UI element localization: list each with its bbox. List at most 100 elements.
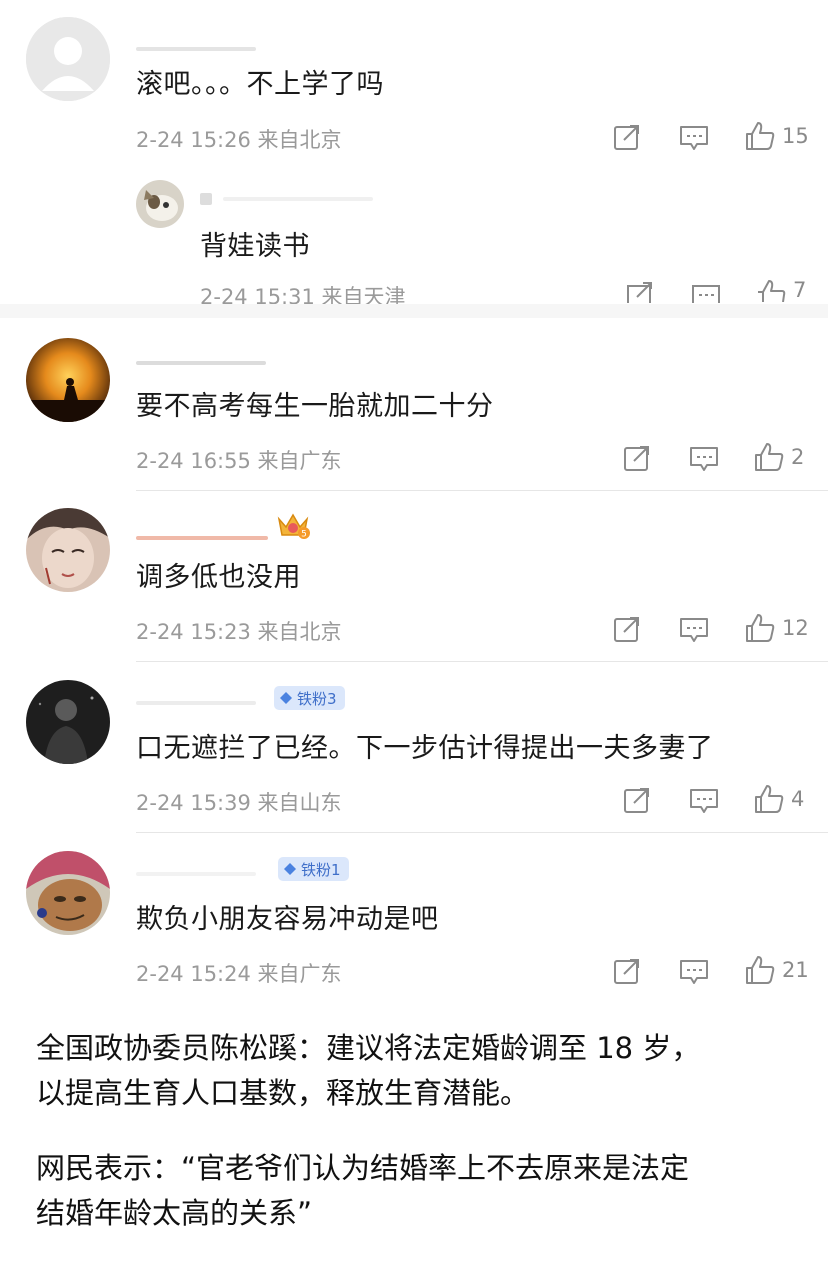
comment-item: 滚吧。。。不上学了吗 2-24 15:26 来自北京 15 背娃读书 2-24 … [0,0,828,309]
comment-meta: 2-24 15:39 来自山东 [136,787,342,817]
badge-label: 铁粉1 [301,860,341,879]
comment-icon [680,126,708,150]
diamond-icon [280,692,292,704]
crown-level: 5 [301,530,307,540]
comment-location: 来自北京 [257,128,342,152]
comment-text: 口无遮拦了已经。下一步估计得提出一夫多妻了 [136,733,714,764]
like-count: 15 [782,124,809,148]
share-icon [614,959,639,984]
like-button[interactable]: 4 [753,783,804,815]
comment-time: 2-24 15:39 [136,791,251,815]
reply-username[interactable] [200,188,374,206]
thumbs-up-icon [758,280,786,302]
cat-avatar-icon [136,180,184,228]
avatar[interactable] [26,17,110,101]
comment-meta: 2-24 15:24 来自广东 [136,958,342,988]
share-icon [627,282,652,303]
caption-line: 以提高生育人口基数，释放生育潜能。 [36,1076,530,1110]
like-count: 21 [782,958,809,982]
fan-badge[interactable]: 铁粉3 [274,686,345,710]
default-avatar-icon [26,17,110,101]
username[interactable] [136,352,266,370]
comment-text: 欺负小朋友容易冲动是吧 [136,904,439,935]
comment-time: 2-24 15:23 [136,620,251,644]
caption-line: 结婚年龄太高的关系” [36,1196,313,1230]
share-button[interactable] [622,443,652,473]
comment-item: 铁粉1 欺负小朋友容易冲动是吧 2-24 15:24 来自广东 21 [0,833,828,1003]
comment-meta: 2-24 16:55 来自广东 [136,445,342,475]
dark-portrait-avatar-icon [26,680,110,764]
like-button[interactable]: 12 [744,612,809,644]
avatar[interactable] [26,508,110,592]
caption-statement: 全国政协委员陈松蹊：建议将法定婚龄调至 18 岁， 以提高生育人口基数，释放生育… [36,1026,796,1116]
like-count: 4 [791,787,805,811]
comment-text: 要不高考每生一胎就加二十分 [136,391,494,422]
portrait-avatar-icon [26,508,110,592]
thumbs-up-icon [746,614,775,642]
comment-icon [680,960,708,984]
comment-item: 铁粉3 口无遮拦了已经。下一步估计得提出一夫多妻了 2-24 15:39 来自山… [0,662,828,832]
diamond-icon [284,863,296,875]
avatar[interactable] [26,338,110,422]
comment-text: 调多低也没用 [136,562,301,593]
like-button[interactable]: 21 [744,954,809,986]
comment-time: 2-24 15:24 [136,962,251,986]
reply-button[interactable] [688,444,720,474]
avatar[interactable] [26,851,110,935]
share-icon [614,617,639,642]
share-button[interactable] [612,614,642,644]
thumbs-up-icon [746,122,775,150]
share-icon [624,446,649,471]
like-button[interactable]: 2 [753,441,804,473]
reply-button[interactable] [678,957,710,987]
username[interactable] [136,527,268,545]
reply-share-button[interactable] [625,281,655,303]
thumbs-up-icon [755,785,784,813]
like-count: 7 [793,278,807,302]
share-button[interactable] [612,122,642,152]
reply-avatar[interactable] [136,180,184,228]
share-icon [614,125,639,150]
comment-icon [692,285,720,303]
cartoon-avatar-icon [26,851,110,935]
like-count: 2 [791,445,805,469]
comment-text: 滚吧。。。不上学了吗 [136,69,384,100]
comment-icon [690,789,718,813]
like-button[interactable]: 15 [744,120,809,152]
comment-meta: 2-24 15:26 来自北京 [136,124,342,154]
thumbs-up-icon [746,956,775,984]
like-count: 12 [782,616,809,640]
comment-item: 要不高考每生一胎就加二十分 2-24 16:55 来自广东 2 [0,318,828,490]
reply-like-button[interactable]: 7 [755,278,806,302]
caption-netizen-reaction: 网民表示：“官老爷们认为结婚率上不去原来是法定 结婚年龄太高的关系” [36,1146,796,1236]
comment-icon [690,447,718,471]
comment-meta: 2-24 15:23 来自北京 [136,616,342,646]
fan-badge[interactable]: 铁粉1 [278,857,349,881]
comment-time: 2-24 15:26 [136,128,251,152]
reply-button[interactable] [688,786,720,816]
comment-icon [680,618,708,642]
caption-line: 网民表示：“官老爷们认为结婚率上不去原来是法定 [36,1151,690,1185]
comment-location: 来自广东 [257,962,342,986]
crown-icon: 5 [276,511,310,540]
username[interactable] [136,38,256,56]
comment-time: 2-24 16:55 [136,449,251,473]
reply-comment-button[interactable] [690,283,722,303]
share-button[interactable] [622,785,652,815]
thumbs-up-icon [755,443,784,471]
sunset-avatar-icon [26,338,110,422]
caption-line: 全国政协委员陈松蹊：建议将法定婚龄调至 18 岁， [36,1031,701,1065]
section-separator [0,304,828,318]
comment-location: 来自广东 [257,449,342,473]
username[interactable] [136,863,256,881]
badge-label: 铁粉3 [297,689,337,708]
reply-button[interactable] [678,615,710,645]
share-button[interactable] [612,956,642,986]
reply-text: 背娃读书 [200,231,310,262]
comment-location: 来自北京 [257,620,342,644]
reply-button[interactable] [678,123,710,153]
username[interactable] [136,692,256,710]
comment-item: 5 调多低也没用 2-24 15:23 来自北京 12 [0,491,828,661]
comment-location: 来自山东 [257,791,342,815]
avatar[interactable] [26,680,110,764]
